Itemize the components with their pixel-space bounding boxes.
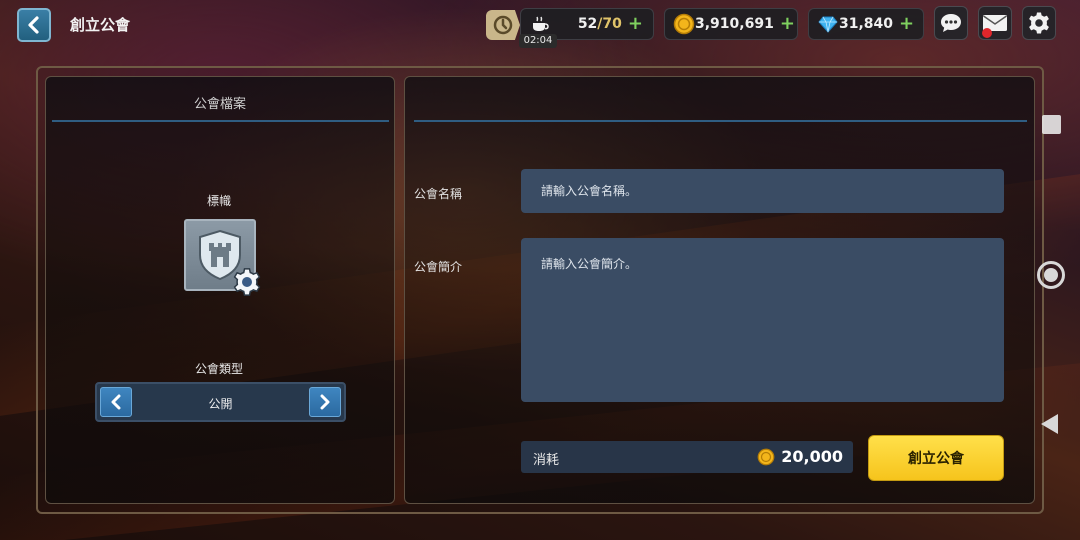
cost-display: 消耗 20,000: [521, 441, 853, 473]
back-arrow-icon: [28, 16, 39, 34]
guild-type-label: 公會類型: [195, 362, 244, 376]
guild-name-label: 公會名稱: [414, 187, 463, 201]
guild-intro-input[interactable]: [521, 238, 1004, 402]
settings-button[interactable]: [1022, 6, 1056, 40]
right-divider: [414, 120, 1027, 122]
chat-icon: [941, 14, 961, 32]
back-button[interactable]: [17, 8, 51, 42]
gold-coin-icon: [757, 448, 775, 466]
home-button[interactable]: [1037, 261, 1065, 289]
notification-dot: [982, 28, 992, 38]
gold-counter: 3,910,691 +: [664, 8, 798, 40]
chevron-right-icon: [320, 394, 330, 410]
add-stamina-button[interactable]: +: [628, 15, 643, 33]
mail-button[interactable]: [978, 6, 1012, 40]
diamond-icon: [817, 13, 839, 35]
emblem-label: 標幟: [207, 194, 232, 208]
cost-amount: 20,000: [781, 447, 843, 466]
system-back-button[interactable]: [1041, 414, 1058, 434]
left-divider: [52, 120, 389, 122]
stamina-current: 52: [577, 16, 598, 32]
add-gems-button[interactable]: +: [899, 15, 914, 33]
guild-type-value: 公開: [208, 397, 233, 411]
settings-gear-icon: [1029, 12, 1049, 34]
stamina-timer: 02:04: [519, 34, 557, 48]
cost-label: 消耗: [533, 453, 560, 468]
stamina-clock-icon: [486, 10, 520, 40]
coffee-cup-icon: [529, 13, 551, 35]
guild-profile-title: 公會檔案: [193, 97, 246, 112]
emblem-settings-button[interactable]: [232, 267, 262, 297]
chat-button[interactable]: [934, 6, 968, 40]
guild-name-input[interactable]: [521, 169, 1004, 213]
emblem-gear-icon: [233, 268, 261, 296]
gem-amount: 31,840: [839, 16, 894, 32]
guild-intro-label: 公會簡介: [414, 260, 463, 274]
gold-amount: 3,910,691: [695, 16, 774, 32]
create-guild-button[interactable]: 創立公會: [868, 435, 1004, 481]
page-title: 創立公會: [70, 16, 131, 34]
chevron-left-icon: [111, 394, 121, 410]
stamina-max: /70: [597, 16, 622, 32]
gem-counter: 31,840 +: [808, 8, 924, 40]
gold-coin-icon: [673, 13, 695, 35]
recent-apps-button[interactable]: [1042, 115, 1061, 134]
guild-type-prev-button[interactable]: [100, 387, 132, 417]
guild-type-next-button[interactable]: [309, 387, 341, 417]
add-gold-button[interactable]: +: [780, 15, 795, 33]
guild-type-selector: 公開: [95, 382, 346, 422]
